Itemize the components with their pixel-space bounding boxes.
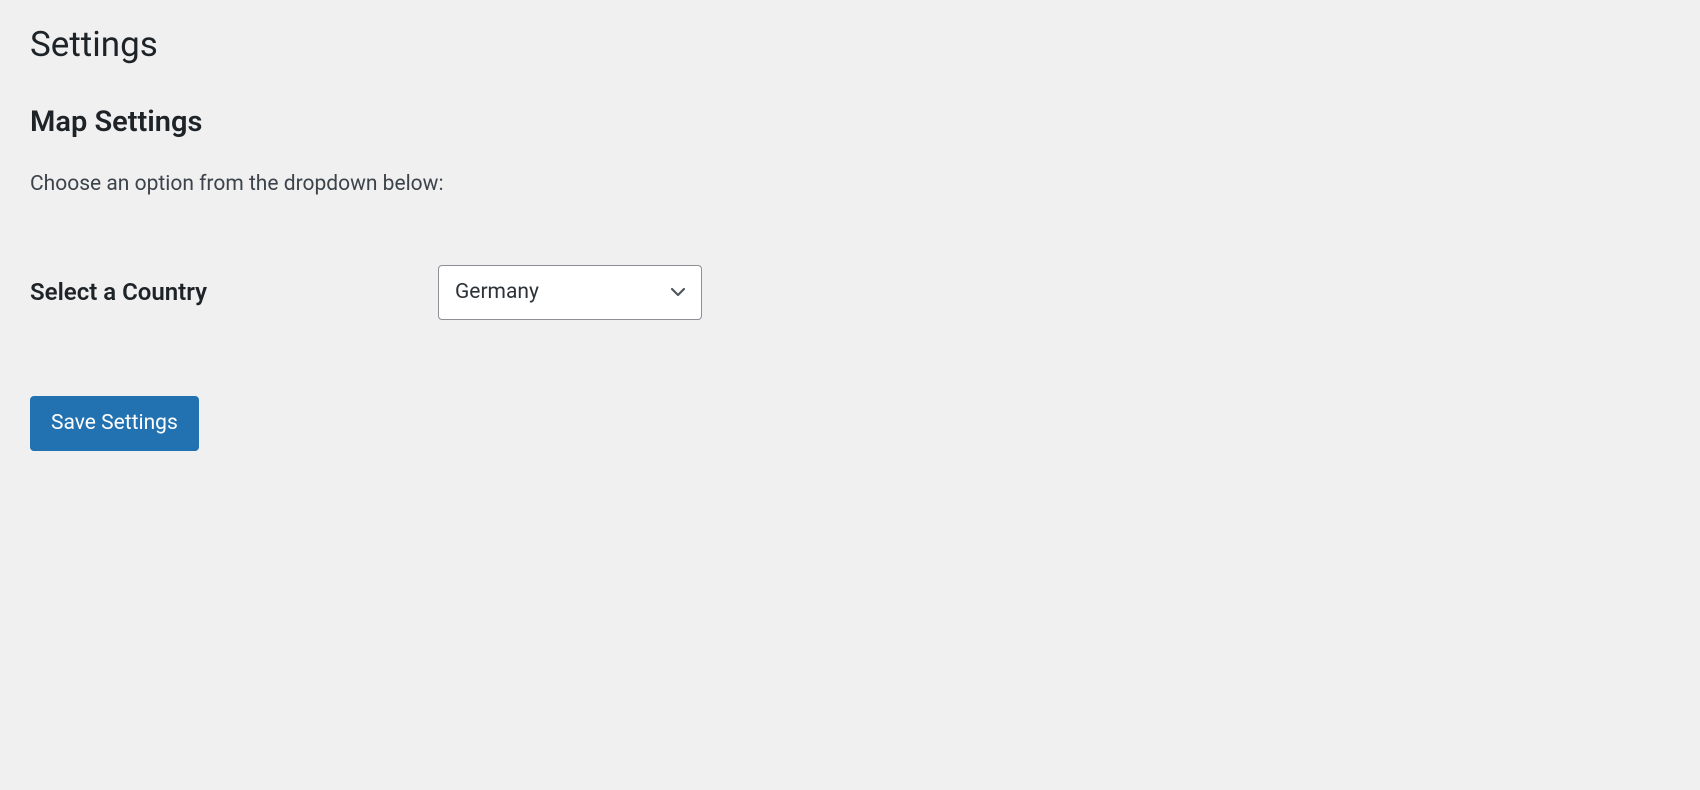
- country-select[interactable]: Germany: [438, 265, 702, 320]
- settings-form-table: Select a Country Germany: [30, 265, 1670, 320]
- country-select-wrapper: Germany: [438, 265, 702, 320]
- country-row: Select a Country Germany: [30, 265, 1670, 320]
- save-settings-button[interactable]: Save Settings: [30, 396, 199, 451]
- section-description: Choose an option from the dropdown below…: [30, 169, 1670, 201]
- page-title: Settings: [30, 22, 1670, 68]
- country-label: Select a Country: [30, 278, 207, 306]
- section-title: Map Settings: [30, 104, 1670, 142]
- submit-row: Save Settings: [30, 396, 1670, 451]
